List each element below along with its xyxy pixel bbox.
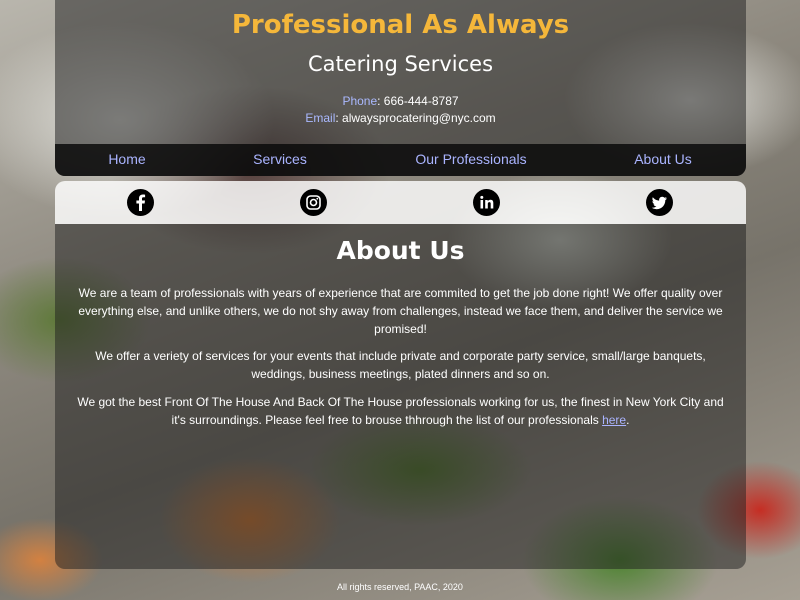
site-subtitle: Catering Services (307, 52, 494, 76)
twitter-icon[interactable] (646, 189, 673, 216)
about-title: About Us (336, 236, 465, 265)
email-line: Email: alwaysprocatering@nyc.com (55, 111, 746, 125)
nav-our-professionals[interactable]: Our Professionals (391, 151, 551, 167)
phone-value: : 666-444-8787 (377, 94, 459, 108)
site-title: Professional As Always (231, 10, 570, 40)
professionals-link[interactable]: here (602, 413, 626, 427)
main-nav: Home Services Our Professionals About Us (55, 144, 746, 176)
header-panel: Professional As Always Catering Services… (55, 0, 746, 176)
social-bar (55, 181, 746, 224)
about-panel: About Us We are a team of professionals … (55, 224, 746, 569)
email-value: : alwaysprocatering@nyc.com (335, 111, 496, 125)
about-paragraph-2: We offer a veriety of services for your … (95, 349, 706, 381)
phone-line: Phone: 666-444-8787 (55, 94, 746, 108)
nav-about-us[interactable]: About Us (583, 151, 743, 167)
instagram-icon[interactable] (300, 189, 327, 216)
about-paragraph-3-end: . (626, 413, 630, 427)
nav-services[interactable]: Services (200, 151, 360, 167)
facebook-icon[interactable] (127, 189, 154, 216)
footer-text: All rights reserved, PAAC, 2020 (337, 582, 463, 592)
phone-label: Phone (342, 94, 378, 108)
about-paragraph-1: We are a team of professionals with year… (78, 286, 723, 336)
linkedin-icon[interactable] (473, 189, 500, 216)
email-label: Email (305, 111, 336, 125)
nav-home[interactable]: Home (47, 151, 207, 167)
about-paragraph-3: We got the best Front Of The House And B… (77, 393, 724, 429)
